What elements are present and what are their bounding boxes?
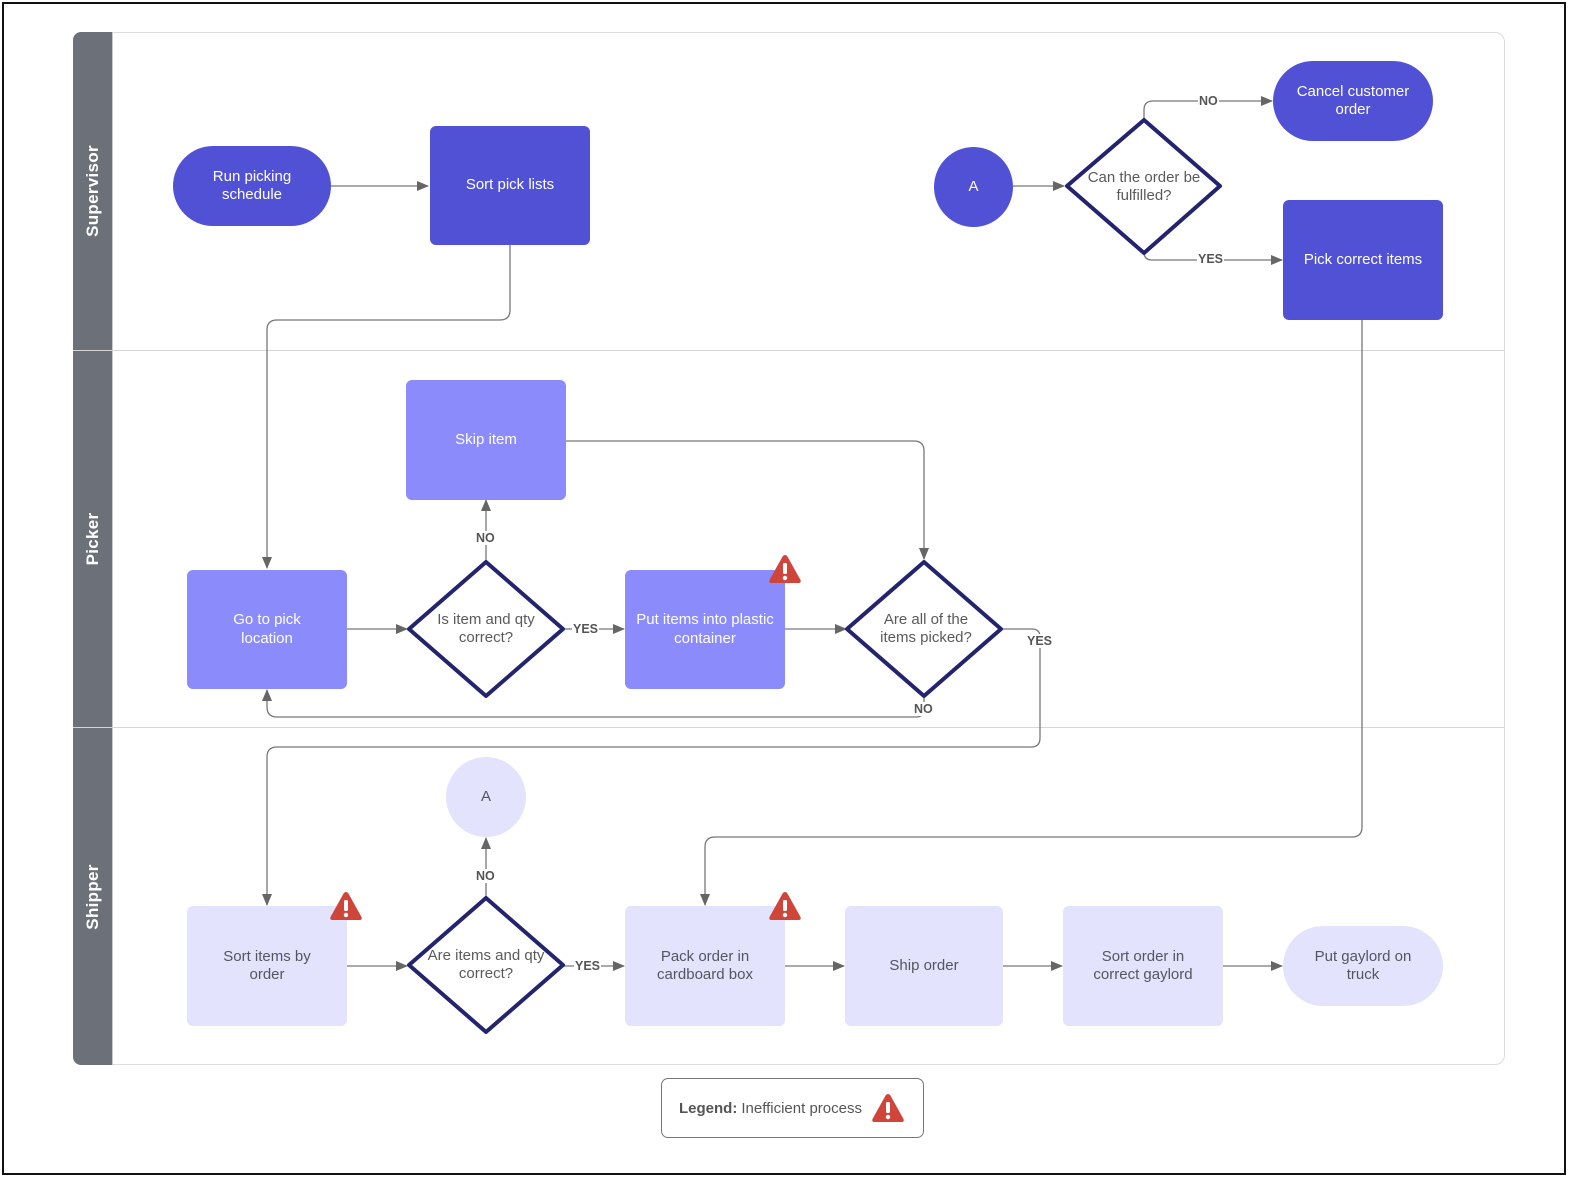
node-pack-order-cardboard-box[interactable]: Pack order in cardboard box	[625, 906, 785, 1026]
edge-label-no: NO	[913, 702, 934, 716]
edge-label-no: NO	[1198, 94, 1219, 108]
legend: Legend: Inefficient process	[661, 1078, 924, 1138]
node-sort-pick-lists[interactable]: Sort pick lists	[430, 126, 590, 245]
node-sort-order-correct-gaylord[interactable]: Sort order in correct gaylord	[1063, 906, 1223, 1026]
connector	[566, 440, 929, 560]
connector	[262, 689, 925, 718]
edge-label-yes: YES	[1026, 634, 1054, 648]
decision-item-qty-label[interactable]: Is item and qty correct?	[425, 602, 547, 656]
node-put-items-plastic-container[interactable]: Put items into plastic container	[625, 570, 785, 689]
node-cancel-customer-order[interactable]: Cancel customer order	[1273, 61, 1433, 141]
warning-triangle-icon	[872, 1094, 904, 1122]
edge-label-no: NO	[475, 869, 496, 883]
node-put-gaylord-on-truck[interactable]: Put gaylord on truck	[1283, 926, 1443, 1006]
node-run-picking-schedule[interactable]: Run picking schedule	[173, 146, 331, 226]
warning-triangle-icon	[330, 892, 362, 920]
node-go-to-pick-location[interactable]: Go to pick location	[187, 570, 347, 689]
decision-fulfilled-label[interactable]: Can the order be fulfilled?	[1077, 160, 1211, 214]
node-sort-items-by-order[interactable]: Sort items by order	[187, 906, 347, 1026]
decision-all-picked-label[interactable]: Are all of the items picked?	[868, 602, 984, 656]
legend-text: Inefficient process	[741, 1099, 862, 1117]
legend-title: Legend:	[679, 1099, 738, 1117]
connector-a-shipper[interactable]: A	[446, 757, 526, 837]
warning-triangle-icon	[769, 892, 801, 920]
connector	[700, 320, 1363, 906]
edge-label-yes: YES	[1197, 252, 1225, 266]
edge-label-yes: YES	[574, 959, 602, 973]
node-ship-order[interactable]: Ship order	[845, 906, 1003, 1026]
warning-triangle-icon	[769, 555, 801, 583]
edge-label-yes: YES	[572, 622, 600, 636]
node-skip-item[interactable]: Skip item	[406, 380, 566, 500]
decision-items-qty-label[interactable]: Are items and qty correct?	[420, 938, 552, 992]
edge-label-no: NO	[475, 531, 496, 545]
node-pick-correct-items[interactable]: Pick correct items	[1283, 200, 1443, 320]
connector-a-supervisor[interactable]: A	[934, 147, 1013, 227]
